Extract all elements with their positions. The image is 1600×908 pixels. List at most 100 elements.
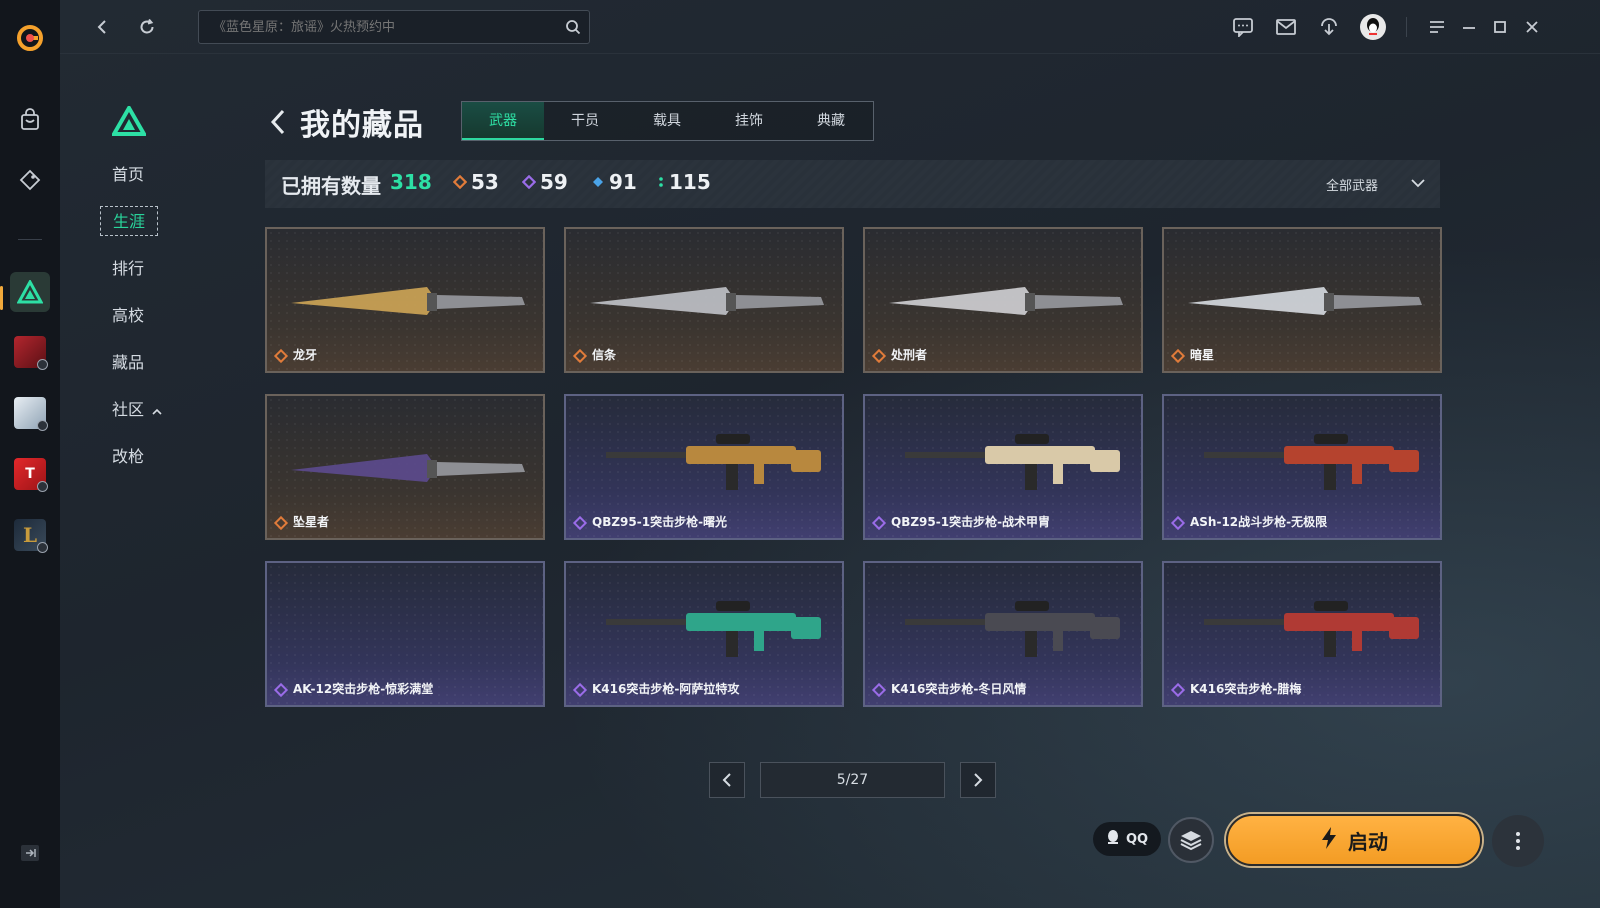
tab-charms[interactable]: 挂饰 bbox=[708, 102, 790, 140]
nav-item-collection[interactable]: 藏品 bbox=[100, 348, 158, 378]
expand-sidebar-icon[interactable] bbox=[20, 844, 40, 862]
weapon-card[interactable]: 暗星 bbox=[1162, 227, 1442, 373]
weapon-name: ASh-12战斗步枪-无极限 bbox=[1190, 515, 1328, 529]
lightning-icon bbox=[1320, 826, 1338, 855]
nav-item-career[interactable]: 生涯 bbox=[100, 206, 158, 236]
layers-icon bbox=[1180, 831, 1202, 851]
weapon-name: AK-12突击步枪-惊彩满堂 bbox=[293, 682, 434, 696]
rifle-image bbox=[875, 410, 1133, 506]
game-icon-lol[interactable]: L bbox=[10, 515, 50, 555]
back-icon[interactable] bbox=[90, 14, 116, 40]
weapon-card[interactable]: 坠星者 bbox=[265, 394, 545, 540]
page-back-icon[interactable] bbox=[268, 108, 288, 140]
weapon-card[interactable]: 龙牙 bbox=[265, 227, 545, 373]
more-options-button[interactable] bbox=[1492, 815, 1544, 867]
mail-icon[interactable] bbox=[1273, 14, 1299, 40]
weapon-card[interactable]: QBZ95-1突击步枪-曙光 bbox=[564, 394, 844, 540]
weapon-name: 信条 bbox=[592, 348, 617, 362]
launch-label: 启动 bbox=[1348, 829, 1388, 854]
nav-item-community[interactable]: 社区 bbox=[100, 395, 162, 425]
chevron-down-icon[interactable] bbox=[1410, 174, 1426, 193]
weapon-card[interactable]: QBZ95-1突击步枪-战术甲胄 bbox=[863, 394, 1143, 540]
weapon-name: 处刑者 bbox=[891, 348, 928, 362]
page-title: 我的藏品 bbox=[300, 108, 424, 143]
refresh-icon[interactable] bbox=[134, 14, 160, 40]
dock-divider bbox=[18, 239, 42, 240]
download-icon[interactable] bbox=[1316, 14, 1342, 40]
owned-stats-bar: 已拥有数量 318 53 59 91 115 全部武器 bbox=[265, 160, 1440, 208]
knife-image bbox=[1174, 243, 1432, 339]
page-indicator: 5/27 bbox=[760, 762, 945, 798]
knife-image bbox=[277, 410, 535, 506]
weapon-card[interactable]: K416突击步枪-阿萨拉特攻 bbox=[564, 561, 844, 707]
prev-page-button[interactable] bbox=[709, 762, 745, 798]
nav-item-ranking[interactable]: 排行 bbox=[100, 254, 158, 284]
app-logo-icon[interactable] bbox=[10, 18, 50, 58]
category-tabs: 武器 干员 载具 挂饰 典藏 bbox=[461, 101, 874, 141]
owned-count-total: 318 bbox=[390, 170, 432, 194]
tab-operators[interactable]: 干员 bbox=[544, 102, 626, 140]
qq-label: QQ bbox=[1125, 831, 1149, 847]
search-icon[interactable] bbox=[565, 19, 581, 39]
search-input[interactable] bbox=[199, 11, 589, 43]
weapon-name: 坠星者 bbox=[293, 515, 330, 529]
nav-item-gunsmith[interactable]: 改枪 bbox=[100, 442, 158, 472]
chevron-right-icon bbox=[974, 773, 983, 787]
app-dock: T L bbox=[0, 0, 60, 908]
chevron-up-icon bbox=[152, 396, 162, 426]
download-badge-icon bbox=[37, 359, 48, 370]
chat-icon[interactable] bbox=[1230, 14, 1256, 40]
game-icon-red[interactable] bbox=[10, 332, 50, 372]
nav-item-college[interactable]: 高校 bbox=[100, 301, 158, 331]
weapon-card[interactable]: K416突击步枪-腊梅 bbox=[1162, 561, 1442, 707]
weapon-card[interactable]: 信条 bbox=[564, 227, 844, 373]
weapon-name: 龙牙 bbox=[293, 348, 318, 362]
rarity-count-green: 115 bbox=[657, 170, 711, 194]
weapon-card[interactable]: 处刑者 bbox=[863, 227, 1143, 373]
weapon-name: K416突击步枪-冬日风情 bbox=[891, 682, 1027, 696]
nav-item-home[interactable]: 首页 bbox=[100, 160, 158, 190]
tab-weapons[interactable]: 武器 bbox=[462, 102, 544, 140]
tab-vehicles[interactable]: 载具 bbox=[626, 102, 708, 140]
weapon-card[interactable]: K416突击步枪-冬日风情 bbox=[863, 561, 1143, 707]
download-badge-icon bbox=[37, 542, 48, 553]
layers-button[interactable] bbox=[1168, 817, 1214, 863]
weapon-filter-dropdown[interactable]: 全部武器 bbox=[1326, 175, 1378, 194]
qq-penguin-icon bbox=[1106, 829, 1120, 849]
rifle-image bbox=[576, 410, 834, 506]
weapon-name: QBZ95-1突击步枪-曙光 bbox=[592, 515, 728, 529]
rifle-image bbox=[875, 577, 1133, 673]
menu-icon[interactable] bbox=[1424, 14, 1450, 40]
topbar-divider bbox=[1406, 17, 1407, 37]
next-page-button[interactable] bbox=[960, 762, 996, 798]
nav-item-community-label: 社区 bbox=[112, 400, 145, 419]
minimize-icon[interactable] bbox=[1456, 14, 1482, 40]
knife-image bbox=[277, 243, 535, 339]
delta-force-game-icon[interactable] bbox=[10, 272, 50, 312]
weapon-name: K416突击步枪-腊梅 bbox=[1190, 682, 1302, 696]
rifle-image bbox=[1174, 410, 1432, 506]
qq-login-button[interactable]: QQ bbox=[1093, 822, 1161, 856]
download-badge-icon bbox=[37, 420, 48, 431]
dots-green-icon bbox=[659, 177, 663, 187]
store-bag-icon[interactable] bbox=[10, 100, 50, 140]
weapon-card[interactable]: AK-12突击步枪-惊彩满堂 bbox=[265, 561, 545, 707]
launch-button[interactable]: 启动 bbox=[1226, 814, 1482, 866]
weapon-card[interactable]: ASh-12战斗步枪-无极限 bbox=[1162, 394, 1442, 540]
rarity-count-gold: 53 bbox=[453, 170, 499, 194]
diamond-purple-icon bbox=[522, 175, 536, 189]
dock-active-indicator bbox=[0, 286, 3, 310]
qq-avatar-icon[interactable] bbox=[1360, 14, 1386, 40]
tab-collection[interactable]: 典藏 bbox=[790, 102, 872, 140]
top-bar bbox=[60, 0, 1600, 54]
close-icon[interactable] bbox=[1519, 14, 1545, 40]
diamond-blue-icon bbox=[593, 177, 603, 187]
owned-count-label: 已拥有数量 bbox=[281, 174, 381, 198]
weapon-name: QBZ95-1突击步枪-战术甲胄 bbox=[891, 515, 1051, 529]
maximize-icon[interactable] bbox=[1487, 14, 1513, 40]
game-icon-warframe[interactable] bbox=[10, 393, 50, 433]
tag-icon[interactable] bbox=[10, 160, 50, 200]
game-icon-tf[interactable]: T bbox=[10, 454, 50, 494]
knife-image bbox=[875, 243, 1133, 339]
search-box bbox=[198, 10, 590, 44]
